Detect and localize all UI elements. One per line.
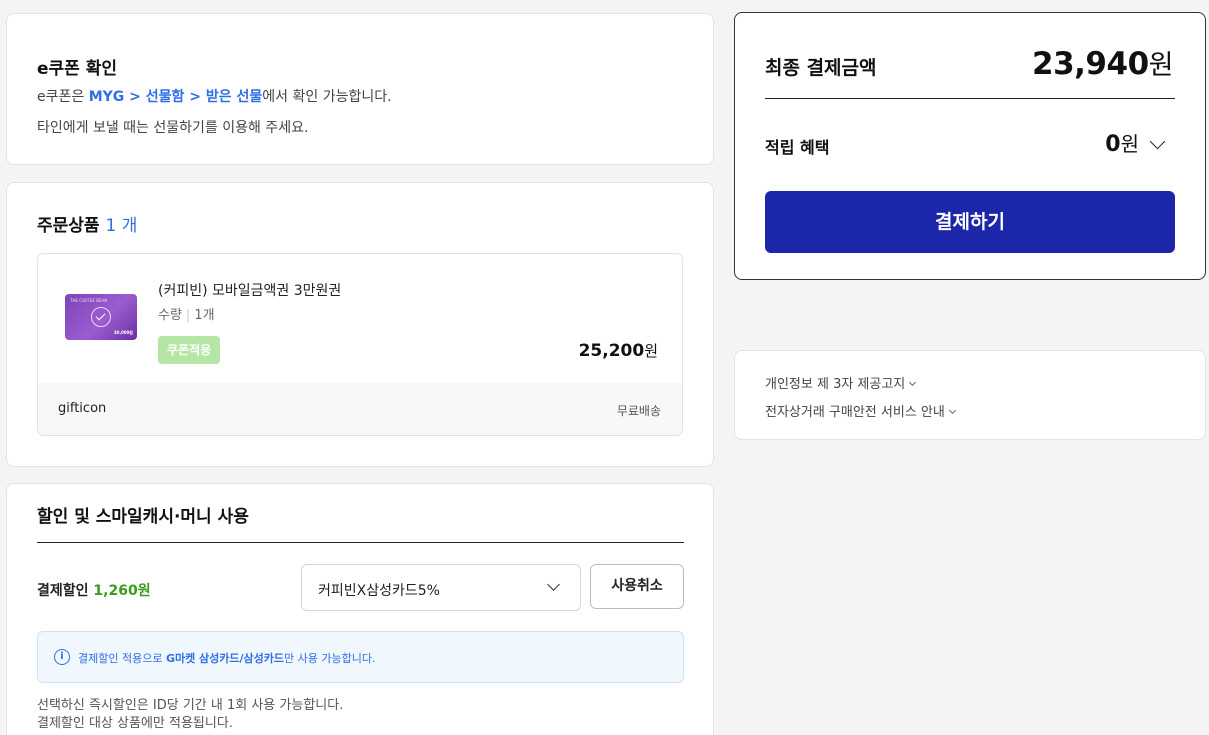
final-amount-unit: 원 <box>1148 50 1174 81</box>
ecoupon-info-suffix: 에서 확인 가능합니다. <box>262 89 392 105</box>
product-price: 25,200원 <box>579 340 658 361</box>
discount-title: 할인 및 스마일캐시·머니 사용 <box>37 507 249 527</box>
info-prefix: 결제할인 적용으로 <box>78 652 166 665</box>
discount-info-text: 결제할인 적용으로 G마켓 삼성카드/삼성카드만 사용 가능합니다. <box>78 650 375 666</box>
privacy-notice-text: 개인정보 제 3자 제공고지 <box>765 377 906 392</box>
seller-row: gifticon 무료배송 <box>38 383 682 435</box>
chevron-down-icon <box>948 406 956 415</box>
cancel-use-button[interactable]: 사용취소 <box>590 564 684 609</box>
discount-divider <box>37 542 684 543</box>
payment-discount-amount: 1,260원 <box>93 583 151 599</box>
ecoupon-info-line: e쿠폰은 MYG > 선물함 > 받은 선물에서 확인 가능합니다. <box>37 86 392 106</box>
info-suffix: 만 사용 가능합니다. <box>284 652 376 665</box>
chevron-down-icon <box>547 578 560 591</box>
reward-amount-unit: 원 <box>1120 132 1139 156</box>
coupon-applied-badge: 쿠폰적용 <box>158 336 221 364</box>
safety-notice-link[interactable]: 전자상거래 구매안전 서비스 안내 <box>765 401 956 420</box>
payment-discount-label: 결제할인 1,260원 <box>37 580 151 600</box>
order-items-title: 주문상품 1 개 <box>37 211 137 236</box>
product-name[interactable]: (커피빈) 모바일금액권 3만원권 <box>158 280 341 300</box>
card-discount-select[interactable]: 커피빈X삼성카드5% <box>301 564 581 611</box>
ecoupon-gift-note: 타인에게 보낼 때는 선물하기를 이용해 주세요. <box>37 120 309 136</box>
thumbnail-brand-text: THE COFFEE BEAN <box>70 298 108 303</box>
order-items-count: 1 개 <box>105 216 138 236</box>
shipping-info: 무료배송 <box>616 404 661 418</box>
payment-discount-text: 결제할인 <box>37 583 89 599</box>
final-amount: 23,940원 <box>1032 43 1173 82</box>
seller-name: gifticon <box>58 401 107 416</box>
notices-card: 개인정보 제 3자 제공고지 전자상거래 구매안전 서비스 안내 <box>734 350 1206 440</box>
ecoupon-path-link[interactable]: MYG > 선물함 > 받은 선물 <box>89 89 263 105</box>
card-discount-selected: 커피빈X삼성카드5% <box>318 583 440 599</box>
chevron-down-icon[interactable] <box>1149 133 1166 150</box>
ecoupon-title: e쿠폰 확인 <box>37 59 118 79</box>
privacy-notice-link[interactable]: 개인정보 제 3자 제공고지 <box>765 373 917 392</box>
pay-button[interactable]: 결제하기 <box>765 191 1175 253</box>
product-thumbnail[interactable]: THE COFFEE BEAN 30,000원 <box>65 294 137 340</box>
safety-notice-text: 전자상거래 구매안전 서비스 안내 <box>765 405 945 420</box>
final-amount-label: 최종 결제금액 <box>765 57 877 79</box>
reward-amount[interactable]: 0원 <box>1105 128 1139 157</box>
order-items-label: 주문상품 <box>37 216 100 236</box>
discount-info-box: i 결제할인 적용으로 G마켓 삼성카드/삼성카드만 사용 가능합니다. <box>37 631 684 683</box>
discount-note-once: 선택하신 즉시할인은 ID당 기간 내 1회 사용 가능합니다. <box>37 698 344 713</box>
discount-card: 할인 및 스마일캐시·머니 사용 결제할인 1,260원 커피빈X삼성카드5% … <box>6 483 714 735</box>
info-icon: i <box>54 649 70 665</box>
discount-note-eligible: 결제할인 대상 상품에만 적용됩니다. <box>37 716 233 731</box>
thumbnail-amount-text: 30,000원 <box>113 330 133 335</box>
payment-summary-card: 최종 결제금액 23,940원 적립 혜택 0원 결제하기 <box>734 12 1206 280</box>
order-items-card: 주문상품 1 개 THE COFFEE BEAN 30,000원 (커피빈) 모… <box>6 182 714 467</box>
product-quantity: 수량 | 1개 <box>158 304 215 323</box>
coffee-bean-logo-icon <box>91 307 111 327</box>
quantity-label: 수량 <box>158 308 182 323</box>
quantity-value: 1개 <box>194 308 215 323</box>
product-price-value: 25,200 <box>578 341 645 361</box>
info-card-name: G마켓 삼성카드/삼성카드 <box>165 652 285 665</box>
final-amount-value: 23,940 <box>1032 46 1149 82</box>
ecoupon-card: e쿠폰 확인 e쿠폰은 MYG > 선물함 > 받은 선물에서 확인 가능합니다… <box>6 13 714 165</box>
summary-divider <box>765 98 1175 99</box>
product-item: THE COFFEE BEAN 30,000원 (커피빈) 모바일금액권 3만원… <box>37 253 683 436</box>
chevron-down-icon <box>909 378 917 387</box>
ecoupon-info-prefix: e쿠폰은 <box>37 89 89 105</box>
reward-amount-value: 0 <box>1105 132 1121 157</box>
quantity-divider: | <box>185 308 191 323</box>
reward-label: 적립 혜택 <box>765 138 830 157</box>
product-price-unit: 원 <box>644 342 658 360</box>
